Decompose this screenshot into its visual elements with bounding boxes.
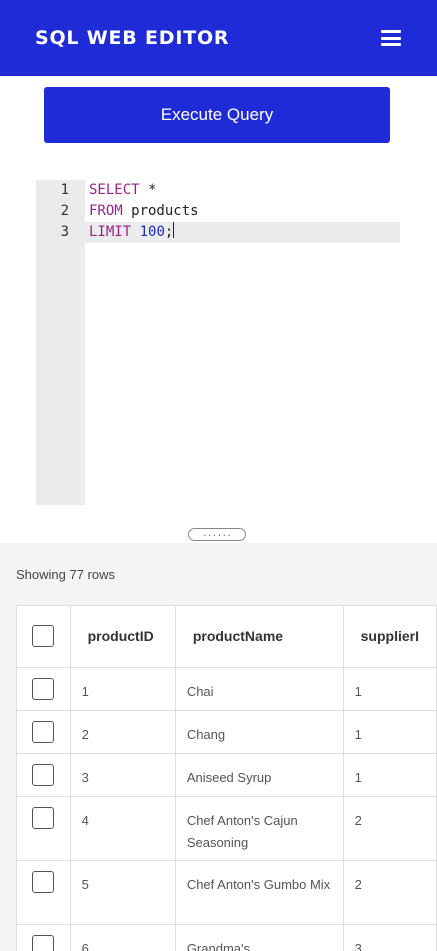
code-line[interactable]: 2 FROM products [36,201,400,222]
app-header: SQL WEB EDITOR [0,0,437,76]
row-checkbox[interactable] [32,806,55,829]
sql-number: 100 [139,224,165,240]
results-panel: Showing 77 rows productID productName su… [0,543,437,951]
row-select-cell [17,667,71,711]
row-checkbox[interactable] [32,870,55,893]
row-checkbox[interactable] [32,763,55,786]
line-number: 3 [60,224,69,240]
sql-keyword: LIMIT [89,224,132,240]
select-all-cell [17,606,71,668]
cell-productname: Chef Anton's Gumbo Mix [175,860,344,925]
line-number: 2 [60,203,69,219]
cell-productname: Chai [175,667,344,711]
column-header-supplierid[interactable]: supplierI [343,606,437,668]
code-line[interactable]: 1 SELECT * [36,180,400,201]
results-table: productID productName supplierI 1 Chai 1 2 C… [17,606,437,951]
cell-productid: 5 [70,860,176,925]
cell-productname: Chang [175,710,344,754]
table-row[interactable]: 1 Chai 1 [17,667,437,711]
sql-keyword: FROM [89,203,123,219]
cell-productname: Chef Anton's Cajun Seasoning [175,796,344,861]
row-select-cell [17,860,71,925]
cell-supplierid: 1 [343,667,437,711]
sql-token: ; [164,224,174,240]
row-select-cell [17,753,71,797]
results-table-container[interactable]: productID productName supplierI 1 Chai 1 2 C… [16,605,437,951]
sql-token: * [139,182,157,198]
select-all-checkbox[interactable] [32,625,55,648]
row-select-cell [17,924,71,951]
code-text: LIMIT 100; [89,222,175,243]
code-text: FROM products [89,201,199,222]
cell-productid: 4 [70,796,176,861]
cell-productid: 2 [70,710,176,754]
cell-productid: 6 [70,924,176,951]
line-number: 1 [60,182,69,198]
cell-productid: 1 [70,667,176,711]
cell-supplierid: 1 [343,710,437,754]
row-select-cell [17,796,71,861]
cell-supplierid: 1 [343,753,437,797]
cell-supplierid: 3 [343,924,437,951]
row-count-text: Showing 77 rows [16,567,115,582]
row-checkbox[interactable] [32,934,55,951]
table-row[interactable]: 4 Chef Anton's Cajun Seasoning 2 [17,796,437,861]
table-header-row: productID productName supplierI [17,606,437,668]
table-row[interactable]: 6 Grandma's 3 [17,924,437,951]
row-checkbox[interactable] [32,677,55,700]
execute-query-button[interactable]: Execute Query [44,87,390,143]
sql-keyword: SELECT [89,182,140,198]
cell-supplierid: 2 [343,796,437,861]
text-cursor [173,222,175,238]
hamburger-menu-icon[interactable] [381,30,401,46]
cell-productname: Grandma's [175,924,344,951]
table-row[interactable]: 5 Chef Anton's Gumbo Mix 2 [17,860,437,925]
table-row[interactable]: 2 Chang 1 [17,710,437,754]
sql-editor[interactable]: 1 SELECT * 2 FROM products 3 LIMIT 100; [36,180,400,505]
cell-productid: 3 [70,753,176,797]
row-select-cell [17,710,71,754]
resize-handle[interactable]: ...... [188,528,246,541]
column-header-productname[interactable]: productName [175,606,344,668]
column-header-productid[interactable]: productID [70,606,176,668]
code-text: SELECT * [89,180,156,201]
app-title: SQL WEB EDITOR [35,27,230,49]
cell-productname: Aniseed Syrup [175,753,344,797]
table-row[interactable]: 3 Aniseed Syrup 1 [17,753,437,797]
row-checkbox[interactable] [32,720,55,743]
code-line[interactable]: 3 LIMIT 100; [36,222,400,243]
sql-token: products [122,203,199,219]
cell-supplierid: 2 [343,860,437,925]
